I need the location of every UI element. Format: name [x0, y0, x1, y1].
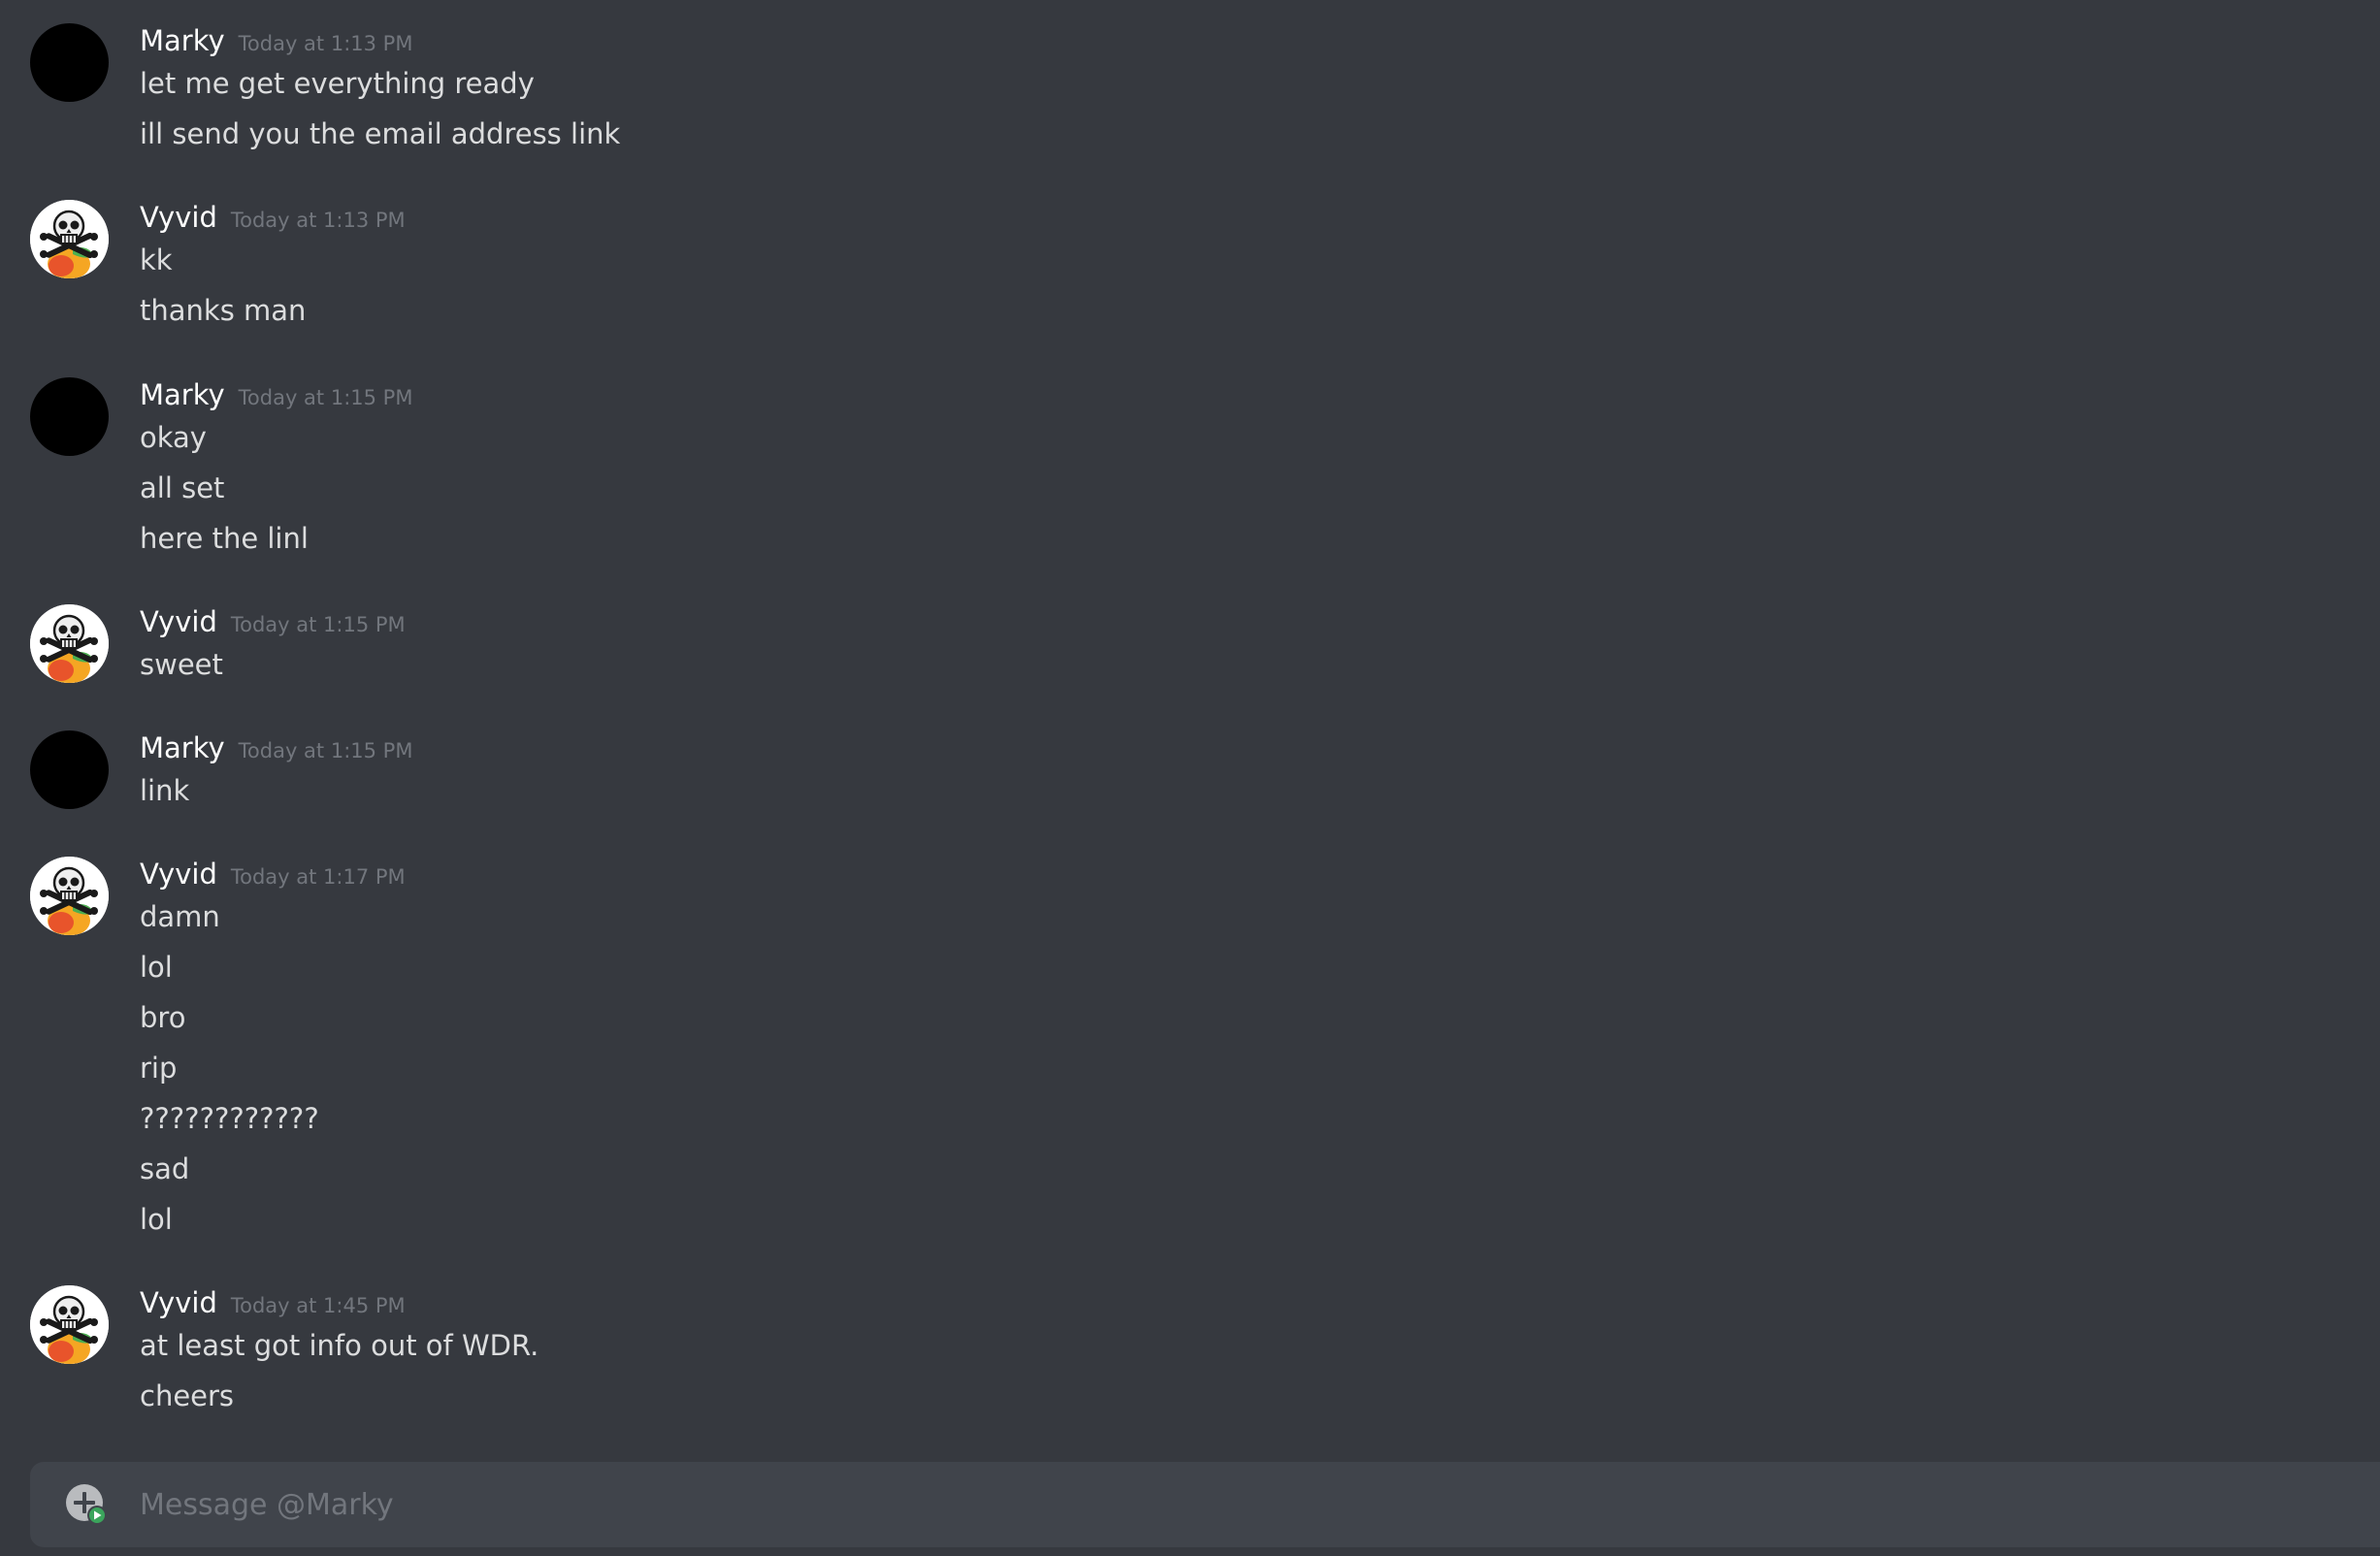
username[interactable]: Vyvid: [140, 1286, 217, 1319]
skull-avatar-icon[interactable]: [30, 857, 109, 935]
message-text: here the linl: [140, 522, 309, 555]
timestamp: Today at 1:13 PM: [230, 209, 406, 232]
message-text: ????????????: [140, 1102, 319, 1135]
message-composer: [30, 1462, 2380, 1547]
message-lines: sweet: [140, 645, 223, 696]
chat-window: Marky Today at 1:13 PM let me get everythi…: [0, 0, 2380, 1556]
username[interactable]: Marky: [140, 731, 225, 764]
add-attachment-icon[interactable]: [65, 1483, 108, 1526]
timestamp: Today at 1:13 PM: [238, 32, 413, 55]
message-text: kk: [140, 243, 173, 276]
timestamp: Today at 1:15 PM: [238, 386, 413, 409]
message-header: Marky Today at 1:13 PM: [140, 19, 412, 62]
message-text: thanks man: [140, 294, 307, 327]
skull-avatar-icon[interactable]: [30, 604, 109, 683]
message-text: okay: [140, 421, 207, 454]
avatar[interactable]: [30, 23, 109, 102]
message-text: damn: [140, 900, 220, 933]
message-header: Marky Today at 1:15 PM: [140, 373, 412, 416]
timestamp: Today at 1:15 PM: [230, 613, 406, 636]
avatar[interactable]: [30, 377, 109, 456]
message-text: link: [140, 774, 190, 807]
message-text: rip: [140, 1052, 178, 1085]
message-lines: at least got info out of WDR. cheers: [140, 1326, 538, 1427]
message-header: Vyvid Today at 1:15 PM: [140, 600, 406, 643]
message-header: Vyvid Today at 1:13 PM: [140, 196, 406, 239]
message-input[interactable]: [140, 1462, 2274, 1547]
message-lines: damn lol bro rip???????????? sad lol: [140, 897, 319, 1250]
username[interactable]: Marky: [140, 24, 225, 57]
message-text: ill send you the email address link: [140, 117, 621, 150]
message-text: sweet: [140, 648, 223, 681]
timestamp: Today at 1:17 PM: [230, 865, 406, 889]
timestamp: Today at 1:15 PM: [238, 739, 413, 762]
timestamp: Today at 1:45 PM: [230, 1294, 406, 1317]
message-lines: let me get everything ready ill send you …: [140, 64, 620, 165]
username[interactable]: Vyvid: [140, 605, 217, 638]
message-text: sad: [140, 1152, 190, 1185]
username[interactable]: Vyvid: [140, 201, 217, 234]
message-header: Vyvid Today at 1:45 PM: [140, 1281, 406, 1324]
username[interactable]: Marky: [140, 378, 225, 411]
message-text: cheers: [140, 1379, 235, 1412]
message-text: at least got info out of WDR.: [140, 1329, 539, 1362]
message-header: Marky Today at 1:15 PM: [140, 727, 412, 769]
message-lines: link: [140, 771, 189, 822]
message-text: bro: [140, 1001, 186, 1034]
skull-avatar-icon[interactable]: [30, 1285, 109, 1364]
message-header: Vyvid Today at 1:17 PM: [140, 853, 406, 895]
message-lines: kk thanks man: [140, 241, 306, 341]
username[interactable]: Vyvid: [140, 858, 217, 891]
message-text: all set: [140, 471, 225, 504]
message-lines: okay all set here the linl: [140, 418, 309, 569]
skull-avatar-icon[interactable]: [30, 200, 109, 278]
message-text: let me get everything ready: [140, 67, 535, 100]
message-text: lol: [140, 951, 173, 984]
message-text: lol: [140, 1203, 173, 1236]
avatar[interactable]: [30, 730, 109, 809]
